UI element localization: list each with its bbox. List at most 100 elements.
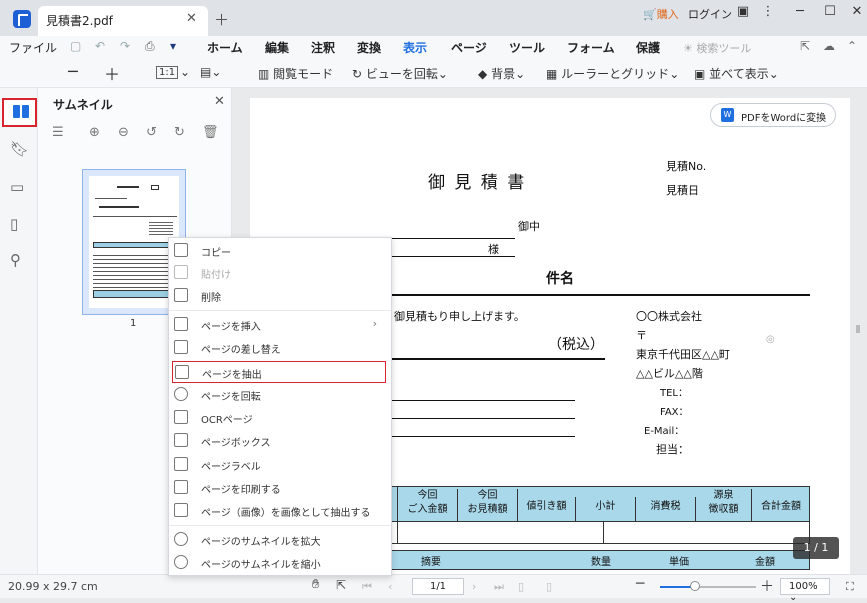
document-tab[interactable]: 見積書2.pdf ✕ <box>38 6 208 36</box>
actual-size-icon[interactable]: 1:1 <box>156 66 179 79</box>
undo-icon[interactable]: ↶ <box>95 39 105 53</box>
actual-size-dropdown-icon[interactable]: ⌄ <box>180 65 190 79</box>
feedback-icon[interactable]: ▣ <box>733 4 753 19</box>
rotate-left-icon[interactable]: ↺ <box>146 125 157 140</box>
tab-view[interactable]: 表示 <box>403 39 427 56</box>
thumbnail-zoom-in-icon[interactable]: ⊕ <box>89 125 100 140</box>
collapse-ribbon-icon[interactable]: ⌃ <box>847 39 857 53</box>
previous-page-icon[interactable]: ‹ <box>388 580 392 593</box>
rotate-right-icon[interactable]: ↻ <box>174 125 185 140</box>
close-window-icon[interactable]: ✕ <box>847 4 867 19</box>
doc-fax: FAX： <box>660 407 689 418</box>
view-toolbar: ─ ＋ 1:1 ⌄ ▤⌄ ▥ 閲覧モード ↻ ビューを回転⌄ ◆ 背景⌄ ▦ ル… <box>0 60 867 88</box>
tab-convert[interactable]: 変換 <box>357 39 381 56</box>
paste-icon <box>174 265 188 279</box>
thumbnail-zoom-out-icon[interactable]: ⊖ <box>118 125 129 140</box>
search-icon[interactable]: ⚲ <box>10 251 21 269</box>
cloud-upload-icon[interactable]: ☁ <box>823 39 835 53</box>
detail-col: 単価 <box>669 557 689 568</box>
rotate-icon: ↻ <box>352 67 363 81</box>
menu-item-copy[interactable]: コピー <box>169 240 391 262</box>
buy-button[interactable]: 🛒購入 <box>643 6 679 22</box>
tab-tools[interactable]: ツール <box>509 39 545 56</box>
tab-home[interactable]: ホーム <box>207 39 243 56</box>
next-page-icon[interactable]: › <box>472 580 476 593</box>
ruler-grid-button[interactable]: ▦ ルーラーとグリッド⌄ <box>546 65 679 82</box>
background-button[interactable]: ◆ 背景⌄ <box>478 65 525 82</box>
rotate-page-icon <box>174 387 188 401</box>
share-icon[interactable]: ⇱ <box>800 39 810 53</box>
status-zoom-in-icon[interactable]: ＋ <box>760 576 774 596</box>
menu-item-delete[interactable]: 削除 <box>169 285 391 307</box>
page-number-input[interactable]: 1/1 <box>412 578 464 595</box>
menu-item-enlarge-thumbnail[interactable]: ページのサムネイルを拡大 <box>169 529 391 551</box>
menu-item-insert-page[interactable]: ページを挿入 › <box>169 314 391 336</box>
double-page-icon[interactable]: ▯ <box>546 580 552 593</box>
tab-protect[interactable]: 保護 <box>636 39 660 56</box>
first-page-icon[interactable]: ⏮︎ <box>362 580 372 594</box>
hand-tool-icon[interactable]: ✋︎ <box>312 577 319 592</box>
reading-mode-button[interactable]: ▥ 閲覧モード <box>258 65 333 82</box>
menu-item-label: ページを挿入 <box>201 322 261 333</box>
menu-file[interactable]: ファイル <box>9 39 57 56</box>
status-zoom-out-icon[interactable]: ─ <box>636 576 644 592</box>
copy-icon <box>174 243 188 257</box>
single-page-icon[interactable]: ▯ <box>518 580 524 593</box>
last-page-icon[interactable]: ⏭︎ <box>494 580 504 594</box>
rotate-view-button[interactable]: ↻ ビューを回転⌄ <box>352 65 448 82</box>
redo-icon[interactable]: ↷ <box>120 39 130 53</box>
page-label-icon <box>174 457 188 471</box>
minimize-window-icon[interactable]: ─ <box>790 4 810 19</box>
thumbnail-panel-button[interactable] <box>2 98 37 127</box>
print-page-icon <box>174 480 188 494</box>
summary-col: 今回 お見積額 <box>458 489 518 521</box>
attachment-icon[interactable]: ▯ <box>10 215 18 233</box>
thumbnail-page-number: 1 <box>130 318 137 329</box>
tab-form[interactable]: フォーム <box>567 39 615 56</box>
zoom-out-icon[interactable]: ─ <box>68 62 78 81</box>
close-tab-icon[interactable]: ✕ <box>186 11 197 26</box>
vertical-scrollbar[interactable] <box>856 325 860 333</box>
quick-access-dropdown-icon[interactable]: ▾ <box>170 39 176 53</box>
paint-bucket-icon: ◆ <box>478 67 488 81</box>
menu-item-print-page[interactable]: ページを印刷する <box>169 477 391 499</box>
menu-item-rotate-page[interactable]: ページを回転 <box>169 384 391 406</box>
tab-annotate[interactable]: 注釈 <box>311 39 335 56</box>
menu-item-extract-image[interactable]: ページ（画像）を画像として抽出する <box>169 500 391 522</box>
comment-icon[interactable]: ▭ <box>10 178 24 196</box>
page-layout-icon[interactable]: ▤⌄ <box>200 65 221 79</box>
thumbnail-options-icon[interactable]: ☰ <box>52 125 64 140</box>
select-tool-icon[interactable]: ⇱ <box>336 578 346 592</box>
zoom-level-select[interactable]: 100% ⌄ <box>780 578 830 603</box>
pdf-to-word-button[interactable]: W PDFをWordに変換 <box>710 103 836 127</box>
menu-item-shrink-thumbnail[interactable]: ページのサムネイルを縮小 <box>169 552 391 574</box>
login-button[interactable]: ログイン <box>688 6 732 22</box>
tab-edit[interactable]: 編集 <box>265 39 289 56</box>
side-by-side-button[interactable]: ▣ 並べて表示⌄ <box>694 65 779 82</box>
zoom-in-icon[interactable]: ＋ <box>104 61 120 85</box>
delete-page-icon[interactable]: 🗑︎ <box>202 125 219 140</box>
close-panel-icon[interactable]: ✕ <box>214 94 225 109</box>
zoom-out-icon <box>174 555 188 569</box>
menu-item-replace-page[interactable]: ページの差し替え <box>169 337 391 359</box>
print-icon[interactable]: ⎙ <box>145 39 155 54</box>
menu-item-page-label[interactable]: ページラベル <box>169 454 391 476</box>
menu-item-page-box[interactable]: ページボックス <box>169 430 391 452</box>
menu-item-paste[interactable]: 貼付け <box>169 262 391 284</box>
bookmark-icon[interactable]: 🔖︎ <box>10 140 29 158</box>
maximize-window-icon[interactable]: ☐ <box>820 4 840 19</box>
fit-screen-icon[interactable]: ⛶ <box>846 580 854 594</box>
detail-col: 金額 <box>755 557 775 568</box>
page-context-menu: コピー 貼付け 削除 ページを挿入 › ページの差し替え ページを抽出 ページを回… <box>168 237 392 576</box>
thumbnail-icon <box>13 105 20 118</box>
zoom-slider-handle[interactable] <box>690 581 700 591</box>
tab-page[interactable]: ページ <box>451 39 487 56</box>
search-tools-button[interactable]: ☀ 検索ツール <box>683 40 751 56</box>
menu-item-ocr-page[interactable]: OCRページ <box>169 407 391 429</box>
doc-company: 〇〇株式会社 <box>636 310 702 323</box>
save-icon[interactable]: ▢ <box>70 39 81 53</box>
image-icon <box>174 503 188 517</box>
more-menu-icon[interactable]: ⋮ <box>758 4 778 19</box>
new-tab-icon[interactable]: ＋ <box>214 9 229 30</box>
menu-item-extract-page[interactable]: ページを抽出 <box>172 361 386 383</box>
